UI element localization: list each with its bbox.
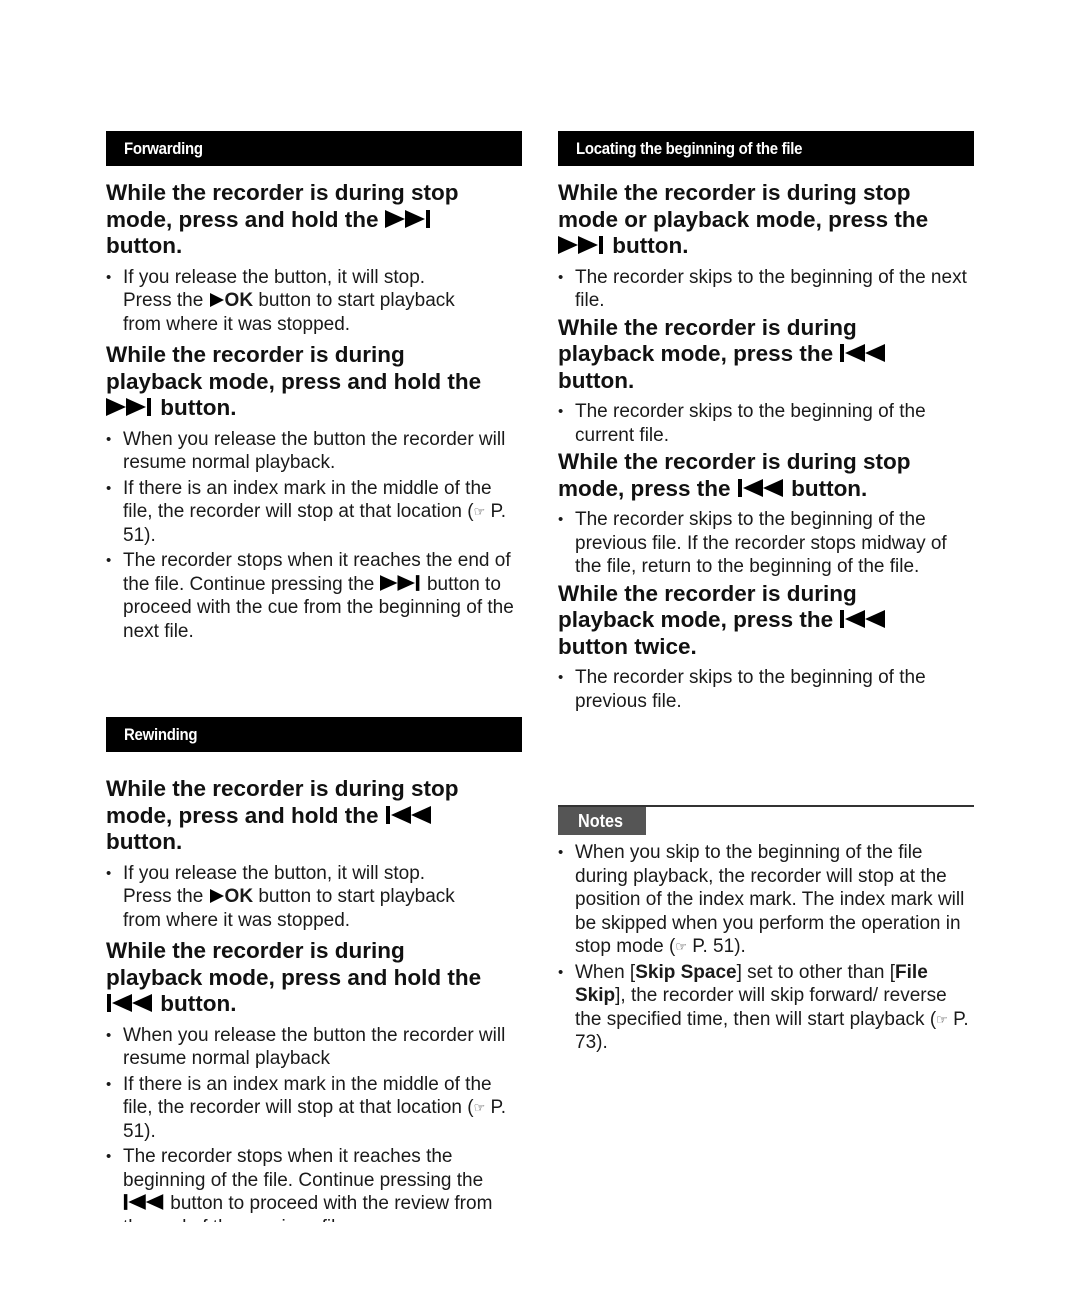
notes-list: When you skip to the beginning of the fi… bbox=[558, 841, 974, 1055]
forward-stop-block: While the recorder is during stop mode, … bbox=[106, 180, 522, 336]
list-item: The recorder stops when it reaches the e… bbox=[106, 549, 522, 643]
section-bar-locating: Locating the beginning of the file bbox=[558, 131, 974, 166]
locate-previous-stop-block: While the recorder is during stop mode, … bbox=[558, 449, 974, 579]
bullet-list: When you release the button the recorder… bbox=[106, 1024, 522, 1240]
bullet-list: If you release the button, it will stop.… bbox=[106, 266, 522, 337]
list-item: The recorder skips to the beginning of t… bbox=[558, 508, 974, 579]
bullet-list: When you release the button the recorder… bbox=[106, 428, 522, 644]
instruction-heading: While the recorder is during stop mode, … bbox=[106, 776, 459, 854]
list-item: The recorder skips to the beginning of t… bbox=[558, 266, 974, 313]
forward-playback-block: While the recorder is during playback mo… bbox=[106, 342, 522, 643]
list-item: When you release the button the recorder… bbox=[106, 1024, 522, 1071]
instruction-heading: While the recorder is during playback mo… bbox=[106, 342, 482, 420]
play-icon bbox=[209, 292, 225, 308]
play-icon bbox=[209, 888, 225, 904]
instruction-heading: While the recorder is during playback mo… bbox=[558, 581, 974, 661]
left-column: Forwarding While the recorder is during … bbox=[106, 131, 522, 1241]
notes-section: Notes When you skip to the beginning of … bbox=[558, 805, 974, 1055]
list-item: If there is an index mark in the middle … bbox=[106, 1073, 522, 1144]
pointing-hand-icon: ☞ bbox=[473, 504, 486, 519]
bullet-list: The recorder skips to the beginning of t… bbox=[558, 266, 974, 313]
section-bar-rewinding: Rewinding bbox=[106, 717, 522, 752]
bullet-list: The recorder skips to the beginning of t… bbox=[558, 508, 974, 579]
notes-label: Notes bbox=[558, 807, 646, 835]
instruction-heading: While the recorder is during stop mode, … bbox=[106, 180, 459, 258]
locate-next-block: While the recorder is during stop mode o… bbox=[558, 180, 974, 313]
rewind-skip-icon bbox=[737, 478, 785, 498]
rewind-skip-icon bbox=[385, 805, 433, 825]
section-title: Locating the beginning of the file bbox=[576, 139, 803, 158]
rewind-playback-block: While the recorder is during playback mo… bbox=[106, 938, 522, 1239]
page-reference: P. 51 bbox=[692, 936, 735, 957]
section-title: Forwarding bbox=[124, 139, 203, 158]
list-item: When you skip to the beginning of the fi… bbox=[558, 841, 974, 959]
list-item: The recorder skips to the beginning of t… bbox=[558, 666, 974, 713]
fast-forward-skip-icon bbox=[384, 209, 433, 229]
list-item: If there is an index mark in the middle … bbox=[106, 477, 522, 548]
instruction-heading: While the recorder is during playback mo… bbox=[558, 315, 974, 395]
section-bar-forwarding: Forwarding bbox=[106, 131, 522, 166]
fast-forward-skip-icon bbox=[558, 235, 606, 255]
section-title: Rewinding bbox=[124, 725, 198, 744]
pointing-hand-icon: ☞ bbox=[473, 1100, 486, 1115]
rewind-skip-icon bbox=[123, 1193, 165, 1211]
pointing-hand-icon: ☞ bbox=[675, 939, 687, 954]
fast-forward-skip-icon bbox=[379, 574, 422, 592]
rewind-stop-block: While the recorder is during stop mode, … bbox=[106, 776, 522, 932]
instruction-heading: While the recorder is during stop mode o… bbox=[558, 180, 929, 258]
rewind-skip-icon bbox=[839, 609, 887, 629]
notes-header: Notes bbox=[558, 805, 974, 837]
list-item: When you release the button the recorder… bbox=[106, 428, 522, 475]
right-column: Locating the beginning of the file While… bbox=[558, 131, 974, 1057]
bullet-list: The recorder skips to the beginning of t… bbox=[558, 666, 974, 713]
page-cutoff bbox=[106, 1222, 536, 1312]
list-item: If you release the button, it will stop.… bbox=[106, 862, 522, 933]
list-item: The recorder skips to the beginning of t… bbox=[558, 400, 974, 447]
bullet-list: If you release the button, it will stop.… bbox=[106, 862, 522, 933]
bullet-list: The recorder skips to the beginning of t… bbox=[558, 400, 974, 447]
rewind-skip-icon bbox=[839, 343, 887, 363]
rewind-skip-icon bbox=[106, 993, 154, 1013]
locate-previous-playback-block: While the recorder is during playback mo… bbox=[558, 581, 974, 714]
pointing-hand-icon: ☞ bbox=[936, 1011, 948, 1027]
instruction-heading: While the recorder is during stop mode, … bbox=[558, 449, 911, 501]
ok-label: OK bbox=[224, 886, 254, 907]
instruction-heading: While the recorder is during playback mo… bbox=[106, 938, 482, 1016]
fast-forward-skip-icon bbox=[106, 397, 154, 417]
setting-name: Skip Space bbox=[635, 961, 737, 983]
list-item: If you release the button, it will stop.… bbox=[106, 266, 522, 337]
ok-label: OK bbox=[224, 290, 254, 311]
locate-current-block: While the recorder is during playback mo… bbox=[558, 315, 974, 448]
list-item: When [Skip Space] set to other than [Fil… bbox=[558, 961, 974, 1055]
